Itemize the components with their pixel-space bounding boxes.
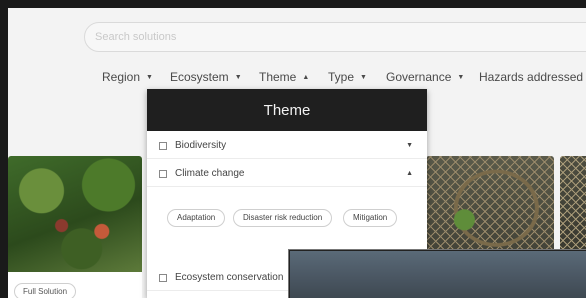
filter-region[interactable]: Region ▼ [102,70,153,84]
checkbox[interactable] [159,273,167,282]
filter-hazards[interactable]: Hazards addressed ▼ [479,70,586,84]
chevron-up-icon[interactable]: ▲ [406,170,413,177]
filter-label: Hazards addressed [479,70,584,84]
theme-option-biodiversity[interactable]: Biodiversity ▼ [147,133,427,159]
chip-mitigation[interactable]: Mitigation [343,209,398,227]
chevron-down-icon[interactable]: ▼ [406,142,413,149]
checkbox[interactable] [159,141,167,150]
filter-ecosystem[interactable]: Ecosystem ▼ [170,70,242,84]
dropdown-title: Theme [147,89,427,131]
chevron-down-icon: ▼ [457,73,465,81]
search-input[interactable]: Search solutions [84,22,586,52]
chevron-down-icon: ▼ [360,73,367,81]
filter-label: Type [328,70,355,84]
chevron-up-icon: ▲ [302,73,310,81]
checkbox[interactable] [159,169,167,178]
search-placeholder: Search solutions [95,31,177,43]
chip-adaptation[interactable]: Adaptation [167,209,226,227]
filter-label: Governance [386,70,452,84]
filter-label: Theme [259,70,297,84]
sub-theme-chips: Adaptation Disaster risk reduction Mitig… [147,201,427,245]
chevron-down-icon: ▼ [234,73,242,81]
filter-governance[interactable]: Governance ▼ [386,70,464,84]
theme-option-climate-change[interactable]: Climate change ▲ [147,161,427,187]
filter-type[interactable]: Type ▼ [328,70,367,84]
filter-label: Ecosystem [170,70,229,84]
card-image [8,156,142,272]
option-label: Ecosystem conservation [175,272,284,283]
filter-theme[interactable]: Theme ▲ [259,70,309,84]
overlapping-image-panel [289,250,586,298]
chevron-down-icon: ▼ [146,73,153,81]
solution-type-badge: Full Solution [14,283,77,298]
chip-disaster-risk-reduction[interactable]: Disaster risk reduction [233,209,333,227]
filter-bar: Region ▼ Ecosystem ▼ Theme ▲ Type ▼ Gove… [8,70,586,86]
option-label: Biodiversity [175,140,227,151]
filter-label: Region [102,70,141,84]
page-frame: Search solutions Region ▼ Ecosystem ▼ Th… [8,8,586,298]
solution-card[interactable]: Full Solution [8,156,142,298]
option-label: Climate change [175,168,245,179]
